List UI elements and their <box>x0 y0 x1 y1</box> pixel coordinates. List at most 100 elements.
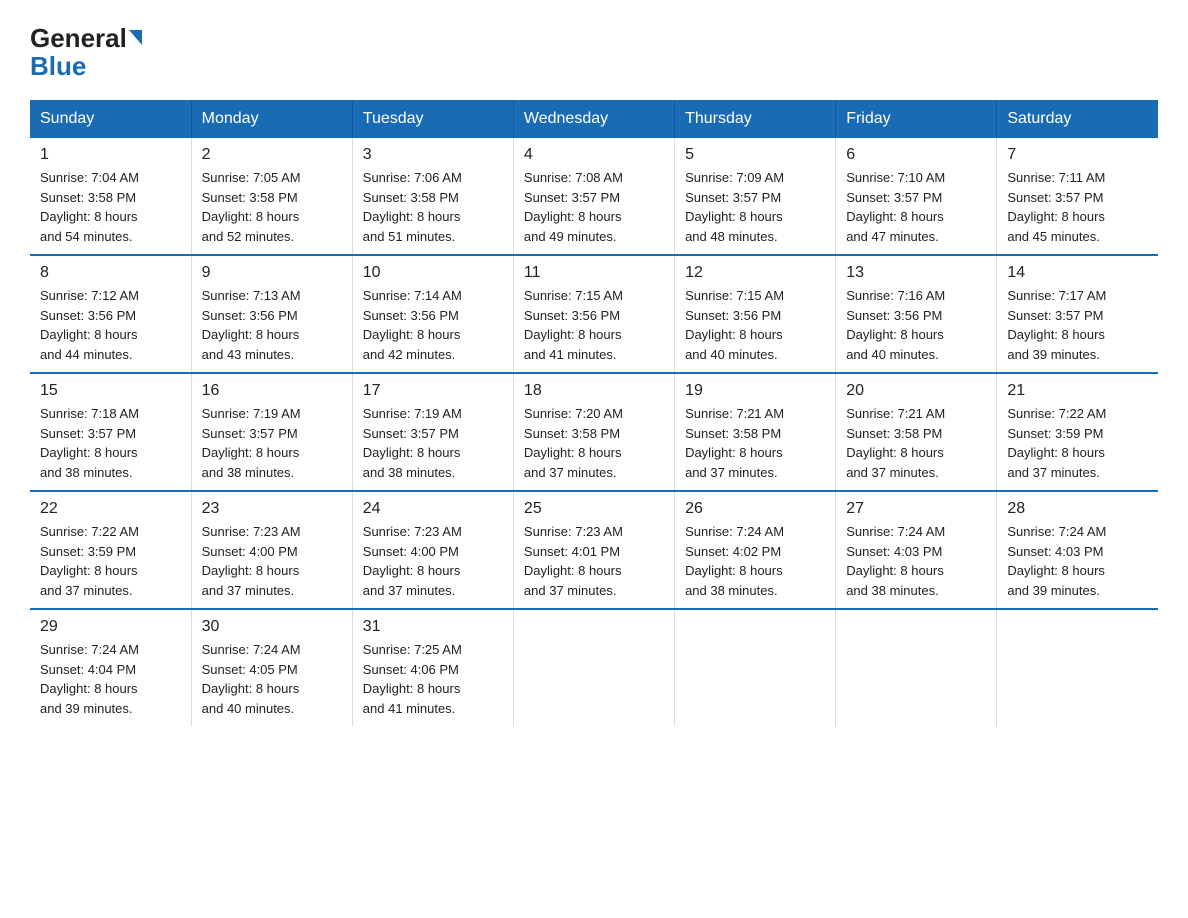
col-header-wednesday: Wednesday <box>513 100 674 138</box>
day-info: Sunrise: 7:25 AMSunset: 4:06 PMDaylight:… <box>363 640 503 718</box>
day-cell: 22 Sunrise: 7:22 AMSunset: 3:59 PMDaylig… <box>30 491 191 609</box>
day-number: 4 <box>524 146 664 164</box>
day-cell <box>836 609 997 726</box>
day-info: Sunrise: 7:16 AMSunset: 3:56 PMDaylight:… <box>846 286 986 364</box>
day-info: Sunrise: 7:24 AMSunset: 4:02 PMDaylight:… <box>685 522 825 600</box>
day-number: 6 <box>846 146 986 164</box>
day-cell: 2 Sunrise: 7:05 AMSunset: 3:58 PMDayligh… <box>191 138 352 255</box>
day-number: 14 <box>1007 264 1148 282</box>
day-number: 22 <box>40 500 181 518</box>
logo: General Blue <box>30 20 142 82</box>
day-cell: 9 Sunrise: 7:13 AMSunset: 3:56 PMDayligh… <box>191 255 352 373</box>
day-number: 3 <box>363 146 503 164</box>
col-header-tuesday: Tuesday <box>352 100 513 138</box>
day-number: 9 <box>202 264 342 282</box>
day-info: Sunrise: 7:19 AMSunset: 3:57 PMDaylight:… <box>202 404 342 482</box>
day-cell: 29 Sunrise: 7:24 AMSunset: 4:04 PMDaylig… <box>30 609 191 726</box>
page-header: General Blue <box>30 20 1158 82</box>
day-number: 20 <box>846 382 986 400</box>
day-cell: 5 Sunrise: 7:09 AMSunset: 3:57 PMDayligh… <box>675 138 836 255</box>
week-row-3: 15 Sunrise: 7:18 AMSunset: 3:57 PMDaylig… <box>30 373 1158 491</box>
day-cell: 8 Sunrise: 7:12 AMSunset: 3:56 PMDayligh… <box>30 255 191 373</box>
day-number: 23 <box>202 500 342 518</box>
day-info: Sunrise: 7:20 AMSunset: 3:58 PMDaylight:… <box>524 404 664 482</box>
day-number: 13 <box>846 264 986 282</box>
day-info: Sunrise: 7:10 AMSunset: 3:57 PMDaylight:… <box>846 168 986 246</box>
day-cell: 4 Sunrise: 7:08 AMSunset: 3:57 PMDayligh… <box>513 138 674 255</box>
day-cell: 7 Sunrise: 7:11 AMSunset: 3:57 PMDayligh… <box>997 138 1158 255</box>
col-header-thursday: Thursday <box>675 100 836 138</box>
logo-blue: Blue <box>30 51 86 81</box>
day-number: 7 <box>1007 146 1148 164</box>
day-info: Sunrise: 7:24 AMSunset: 4:03 PMDaylight:… <box>846 522 986 600</box>
day-cell: 28 Sunrise: 7:24 AMSunset: 4:03 PMDaylig… <box>997 491 1158 609</box>
day-info: Sunrise: 7:21 AMSunset: 3:58 PMDaylight:… <box>685 404 825 482</box>
day-cell <box>675 609 836 726</box>
logo-general: General <box>30 25 127 51</box>
calendar-header-row: SundayMondayTuesdayWednesdayThursdayFrid… <box>30 100 1158 138</box>
day-number: 24 <box>363 500 503 518</box>
day-cell: 18 Sunrise: 7:20 AMSunset: 3:58 PMDaylig… <box>513 373 674 491</box>
day-info: Sunrise: 7:15 AMSunset: 3:56 PMDaylight:… <box>524 286 664 364</box>
day-cell: 21 Sunrise: 7:22 AMSunset: 3:59 PMDaylig… <box>997 373 1158 491</box>
day-cell: 20 Sunrise: 7:21 AMSunset: 3:58 PMDaylig… <box>836 373 997 491</box>
day-info: Sunrise: 7:21 AMSunset: 3:58 PMDaylight:… <box>846 404 986 482</box>
day-cell: 6 Sunrise: 7:10 AMSunset: 3:57 PMDayligh… <box>836 138 997 255</box>
day-info: Sunrise: 7:04 AMSunset: 3:58 PMDaylight:… <box>40 168 181 246</box>
day-cell: 13 Sunrise: 7:16 AMSunset: 3:56 PMDaylig… <box>836 255 997 373</box>
day-number: 8 <box>40 264 181 282</box>
day-cell: 24 Sunrise: 7:23 AMSunset: 4:00 PMDaylig… <box>352 491 513 609</box>
day-info: Sunrise: 7:11 AMSunset: 3:57 PMDaylight:… <box>1007 168 1148 246</box>
day-number: 26 <box>685 500 825 518</box>
day-cell: 11 Sunrise: 7:15 AMSunset: 3:56 PMDaylig… <box>513 255 674 373</box>
day-number: 5 <box>685 146 825 164</box>
day-info: Sunrise: 7:22 AMSunset: 3:59 PMDaylight:… <box>40 522 181 600</box>
col-header-monday: Monday <box>191 100 352 138</box>
day-info: Sunrise: 7:08 AMSunset: 3:57 PMDaylight:… <box>524 168 664 246</box>
day-info: Sunrise: 7:05 AMSunset: 3:58 PMDaylight:… <box>202 168 342 246</box>
day-cell: 14 Sunrise: 7:17 AMSunset: 3:57 PMDaylig… <box>997 255 1158 373</box>
week-row-2: 8 Sunrise: 7:12 AMSunset: 3:56 PMDayligh… <box>30 255 1158 373</box>
day-cell <box>997 609 1158 726</box>
day-cell: 12 Sunrise: 7:15 AMSunset: 3:56 PMDaylig… <box>675 255 836 373</box>
day-number: 16 <box>202 382 342 400</box>
day-number: 29 <box>40 618 181 636</box>
week-row-5: 29 Sunrise: 7:24 AMSunset: 4:04 PMDaylig… <box>30 609 1158 726</box>
day-info: Sunrise: 7:12 AMSunset: 3:56 PMDaylight:… <box>40 286 181 364</box>
week-row-4: 22 Sunrise: 7:22 AMSunset: 3:59 PMDaylig… <box>30 491 1158 609</box>
day-info: Sunrise: 7:15 AMSunset: 3:56 PMDaylight:… <box>685 286 825 364</box>
day-cell: 17 Sunrise: 7:19 AMSunset: 3:57 PMDaylig… <box>352 373 513 491</box>
day-info: Sunrise: 7:14 AMSunset: 3:56 PMDaylight:… <box>363 286 503 364</box>
day-number: 30 <box>202 618 342 636</box>
day-cell: 27 Sunrise: 7:24 AMSunset: 4:03 PMDaylig… <box>836 491 997 609</box>
day-number: 1 <box>40 146 181 164</box>
day-info: Sunrise: 7:13 AMSunset: 3:56 PMDaylight:… <box>202 286 342 364</box>
day-cell: 25 Sunrise: 7:23 AMSunset: 4:01 PMDaylig… <box>513 491 674 609</box>
day-info: Sunrise: 7:23 AMSunset: 4:01 PMDaylight:… <box>524 522 664 600</box>
day-number: 11 <box>524 264 664 282</box>
day-number: 25 <box>524 500 664 518</box>
day-cell: 16 Sunrise: 7:19 AMSunset: 3:57 PMDaylig… <box>191 373 352 491</box>
day-number: 21 <box>1007 382 1148 400</box>
col-header-sunday: Sunday <box>30 100 191 138</box>
day-info: Sunrise: 7:23 AMSunset: 4:00 PMDaylight:… <box>202 522 342 600</box>
day-cell: 19 Sunrise: 7:21 AMSunset: 3:58 PMDaylig… <box>675 373 836 491</box>
col-header-friday: Friday <box>836 100 997 138</box>
day-cell: 3 Sunrise: 7:06 AMSunset: 3:58 PMDayligh… <box>352 138 513 255</box>
calendar-table: SundayMondayTuesdayWednesdayThursdayFrid… <box>30 100 1158 726</box>
day-cell: 26 Sunrise: 7:24 AMSunset: 4:02 PMDaylig… <box>675 491 836 609</box>
day-number: 17 <box>363 382 503 400</box>
day-cell <box>513 609 674 726</box>
day-info: Sunrise: 7:18 AMSunset: 3:57 PMDaylight:… <box>40 404 181 482</box>
day-number: 31 <box>363 618 503 636</box>
week-row-1: 1 Sunrise: 7:04 AMSunset: 3:58 PMDayligh… <box>30 138 1158 255</box>
day-info: Sunrise: 7:24 AMSunset: 4:04 PMDaylight:… <box>40 640 181 718</box>
day-number: 28 <box>1007 500 1148 518</box>
day-number: 15 <box>40 382 181 400</box>
day-info: Sunrise: 7:23 AMSunset: 4:00 PMDaylight:… <box>363 522 503 600</box>
day-info: Sunrise: 7:17 AMSunset: 3:57 PMDaylight:… <box>1007 286 1148 364</box>
day-number: 10 <box>363 264 503 282</box>
day-number: 12 <box>685 264 825 282</box>
day-cell: 30 Sunrise: 7:24 AMSunset: 4:05 PMDaylig… <box>191 609 352 726</box>
day-cell: 31 Sunrise: 7:25 AMSunset: 4:06 PMDaylig… <box>352 609 513 726</box>
